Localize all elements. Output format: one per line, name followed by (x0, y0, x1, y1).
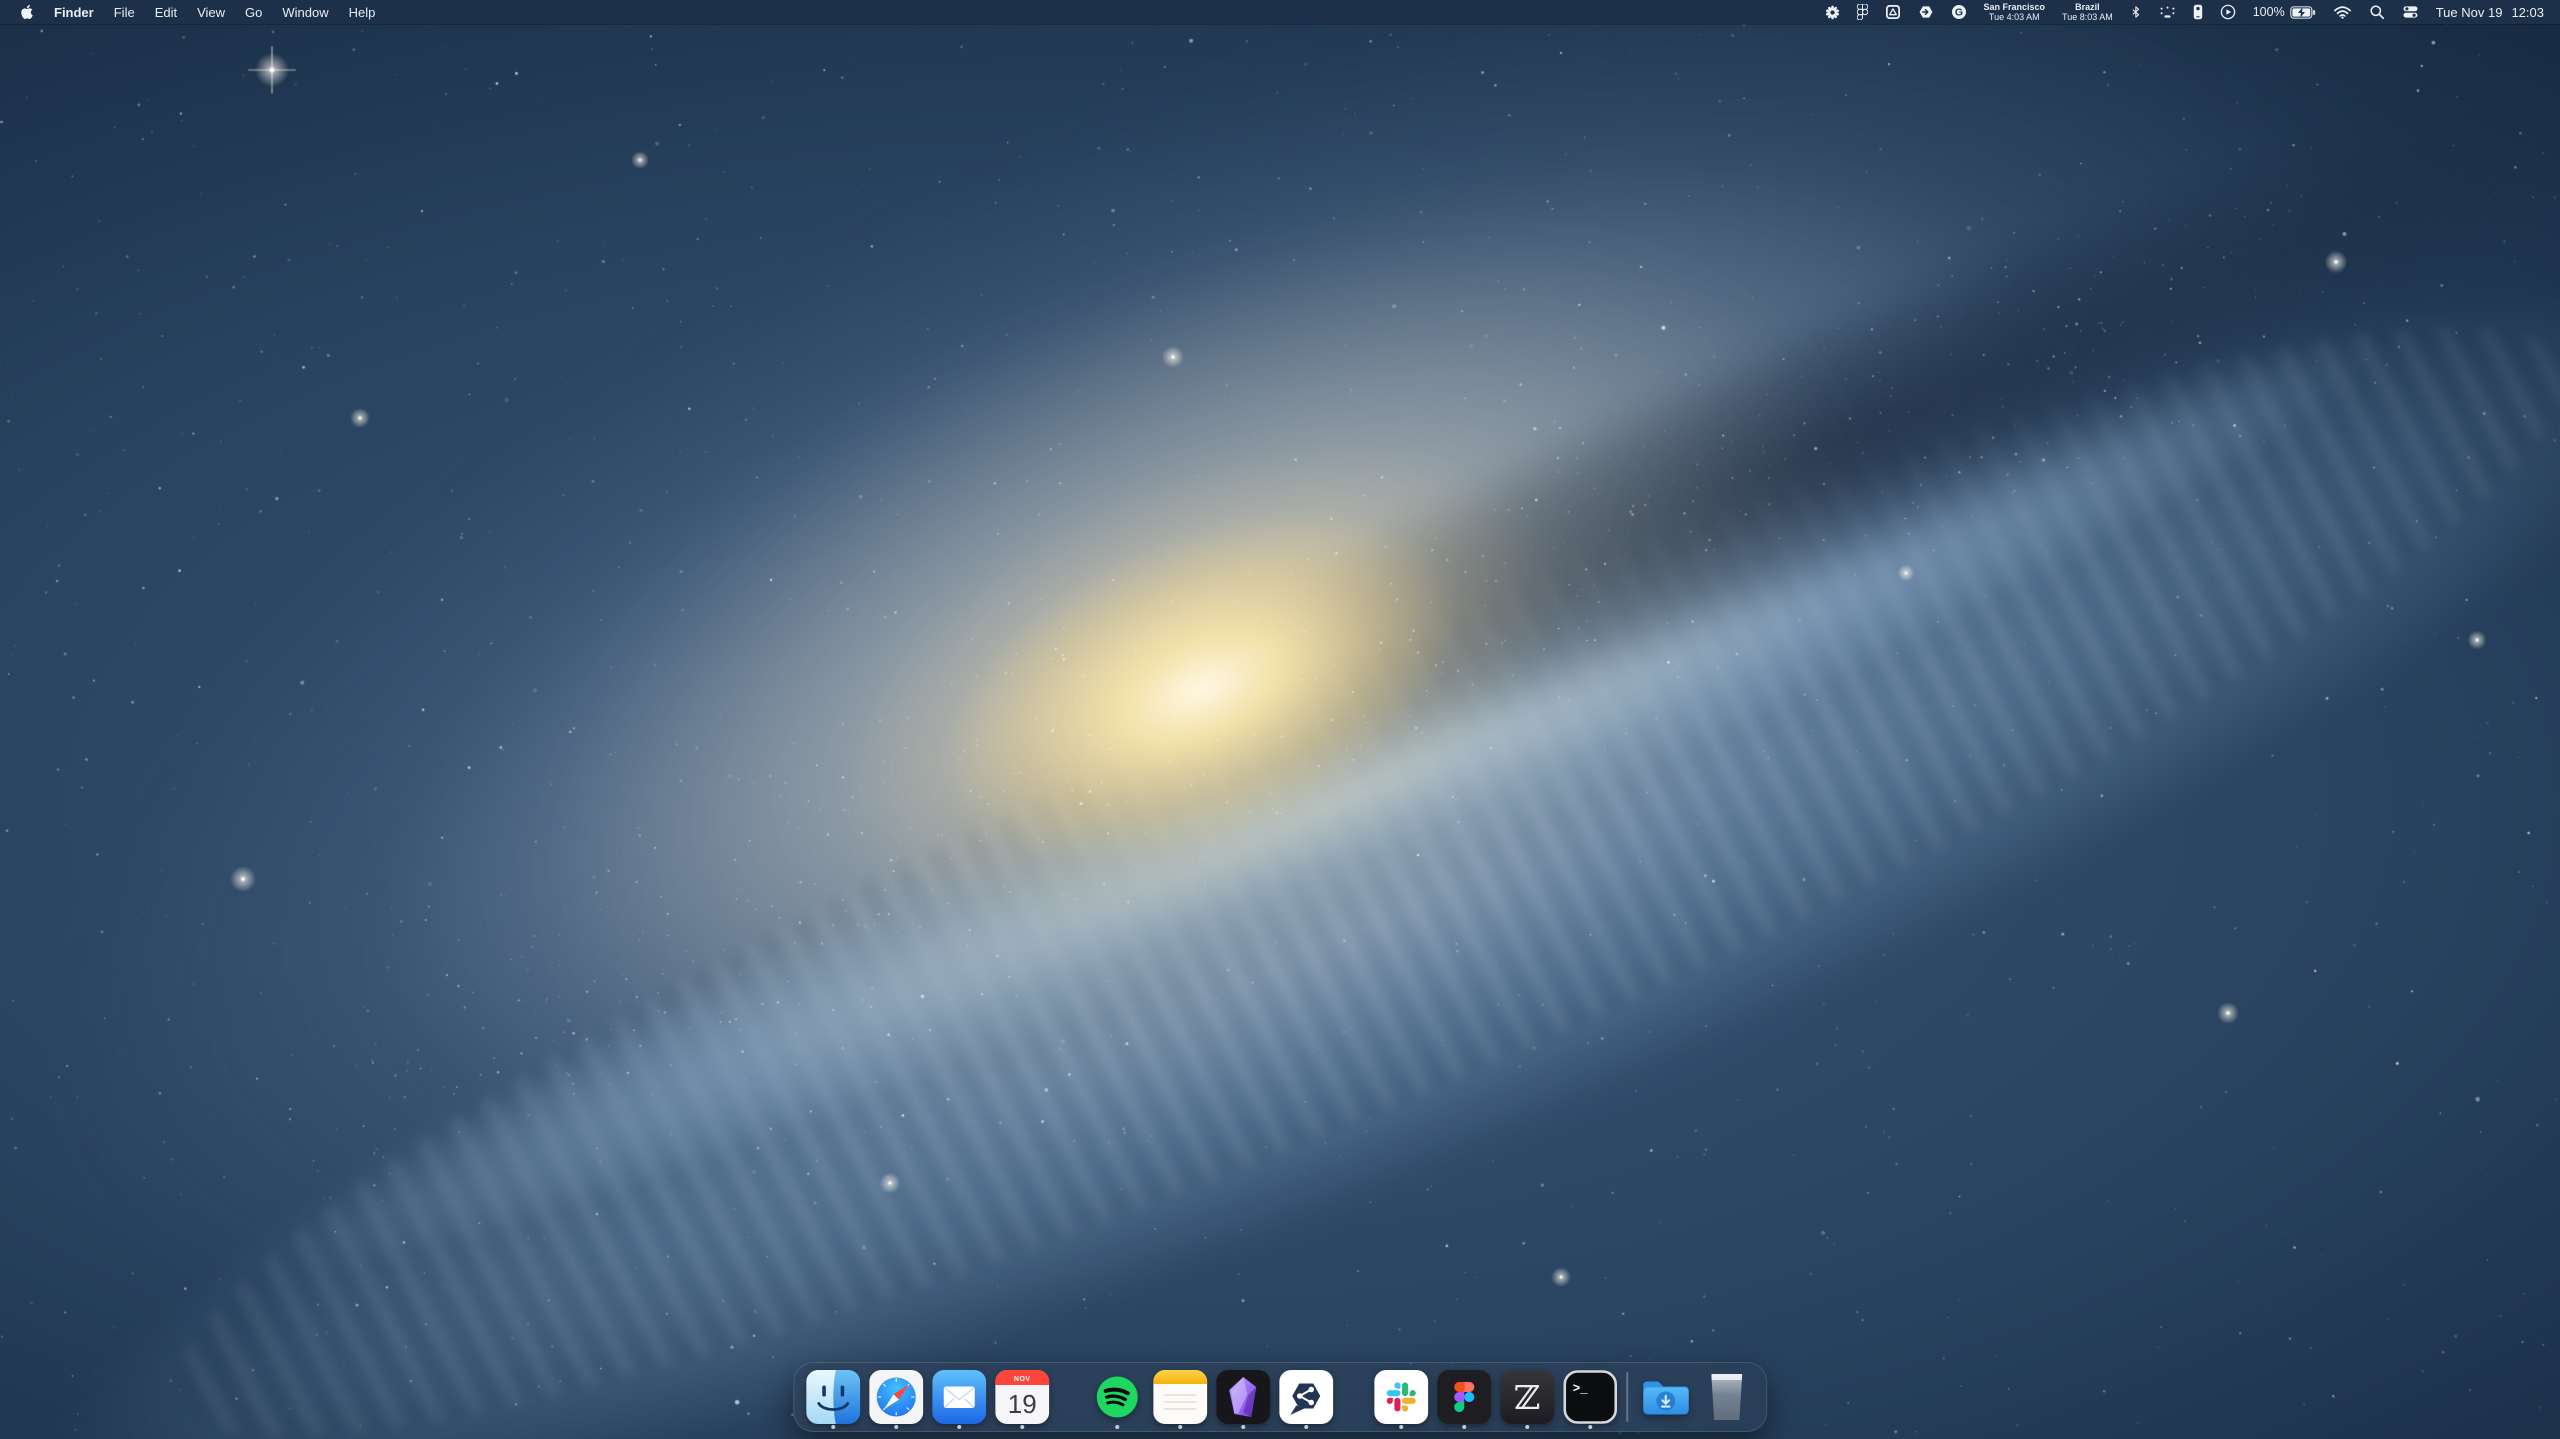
menu-bar-date-time[interactable]: Tue Nov 19 12:03 (2436, 5, 2544, 20)
figma-icon[interactable] (1857, 4, 1868, 20)
battery-status[interactable]: 100% (2253, 5, 2316, 19)
apple-menu[interactable] (20, 4, 44, 20)
dock: NOV 19 (793, 1362, 1767, 1432)
dock-divider (1626, 1372, 1628, 1422)
menu-bar-left: Finder File Edit View Go Window Help (0, 4, 385, 20)
running-indicator (1304, 1425, 1308, 1429)
running-indicator (957, 1425, 961, 1429)
spotlight-search-icon[interactable] (2369, 4, 2385, 20)
terminal-prompt: >_ (1573, 1382, 1589, 1396)
clock-city: San Francisco (1984, 2, 2046, 12)
battery-charging-icon (2290, 6, 2316, 19)
app-menu-finder[interactable]: Finder (44, 5, 104, 20)
dock-item-figma[interactable] (1437, 1364, 1491, 1430)
bluetooth-icon[interactable] (2130, 4, 2142, 20)
menu-help[interactable]: Help (339, 5, 386, 20)
phone-icon[interactable] (2193, 4, 2203, 20)
running-indicator (1241, 1425, 1245, 1429)
dock-item-notes[interactable] (1153, 1364, 1207, 1430)
menu-file[interactable]: File (104, 5, 145, 20)
menu-view[interactable]: View (187, 5, 235, 20)
menu-go[interactable]: Go (235, 5, 272, 20)
running-indicator (1115, 1425, 1119, 1429)
hexagon-share-icon (1279, 1370, 1333, 1424)
desktop: Finder File Edit View Go Window Help (0, 0, 2560, 1439)
safari-icon (869, 1370, 923, 1424)
apple-icon (20, 4, 34, 20)
clock-city: Brazil (2075, 2, 2100, 12)
dock-item-mail[interactable] (932, 1364, 986, 1430)
g-circle-icon[interactable]: G (1951, 4, 1967, 20)
running-indicator (1178, 1425, 1182, 1429)
mail-icon (932, 1370, 986, 1424)
finder-icon (806, 1370, 860, 1424)
dock-item-terminal[interactable]: >_ (1563, 1364, 1617, 1430)
calendar-day-label: 19 (1008, 1389, 1037, 1419)
dock-item-obsidian[interactable] (1216, 1364, 1270, 1430)
dock-item-calendar[interactable]: NOV 19 (995, 1364, 1049, 1430)
running-indicator (1462, 1425, 1466, 1429)
clock-time: Tue 8:03 AM (2062, 12, 2113, 22)
dock-item-zed[interactable] (1500, 1364, 1554, 1430)
zed-icon (1500, 1370, 1554, 1424)
world-clock-brazil[interactable]: Brazil Tue 8:03 AM (2062, 2, 2113, 22)
calendar-icon: NOV 19 (995, 1370, 1049, 1424)
clock-time: Tue 4:03 AM (1989, 12, 2040, 22)
wifi-icon[interactable] (2333, 5, 2352, 19)
notes-icon (1153, 1370, 1207, 1424)
flower-icon[interactable] (1825, 5, 1840, 20)
menu-window[interactable]: Window (272, 5, 338, 20)
spotify-icon (1090, 1370, 1144, 1424)
calendar-month-label: NOV (1014, 1376, 1031, 1383)
menu-bar-status: G San Francisco Tue 4:03 AM Brazil Tue 8… (1825, 2, 2560, 22)
menu-bar: Finder File Edit View Go Window Help (0, 0, 2560, 24)
g-letter: G (1954, 7, 1962, 19)
battery-percent: 100% (2253, 5, 2285, 19)
dock-item-hexagon-app[interactable] (1279, 1364, 1333, 1430)
dock-item-downloads[interactable] (1637, 1364, 1691, 1430)
control-center-icon[interactable] (2402, 4, 2419, 20)
now-playing-icon[interactable] (2220, 4, 2236, 20)
world-clock-san-francisco[interactable]: San Francisco Tue 4:03 AM (1984, 2, 2046, 22)
dock-item-spotify[interactable] (1090, 1364, 1144, 1430)
trash-icon (1709, 1374, 1745, 1420)
downloads-folder-icon (1637, 1370, 1691, 1424)
running-indicator (1020, 1425, 1024, 1429)
dock-spacer (1342, 1393, 1365, 1401)
dock-spacer (1058, 1393, 1081, 1401)
menu-bar-time: 12:03 (2511, 5, 2544, 20)
dock-item-safari[interactable] (869, 1364, 923, 1430)
triangle-app-icon[interactable] (1885, 4, 1901, 20)
figma-icon (1437, 1370, 1491, 1424)
running-indicator (894, 1425, 898, 1429)
running-indicator (831, 1425, 835, 1429)
starfield (0, 0, 2560, 1439)
menu-bar-date: Tue Nov 19 (2436, 5, 2503, 20)
running-indicator (1525, 1425, 1529, 1429)
dock-item-slack[interactable] (1374, 1364, 1428, 1430)
obsidian-icon (1216, 1370, 1270, 1424)
dock-item-trash[interactable] (1700, 1364, 1754, 1430)
slack-icon (1374, 1370, 1428, 1424)
menu-edit[interactable]: Edit (145, 5, 187, 20)
running-indicator (1588, 1425, 1592, 1429)
dock-item-finder[interactable] (806, 1364, 860, 1430)
terminal-icon: >_ (1563, 1370, 1617, 1424)
hexagon-share-icon[interactable] (1918, 4, 1934, 20)
dashed-selection-icon[interactable] (2159, 5, 2176, 19)
running-indicator (1399, 1425, 1403, 1429)
